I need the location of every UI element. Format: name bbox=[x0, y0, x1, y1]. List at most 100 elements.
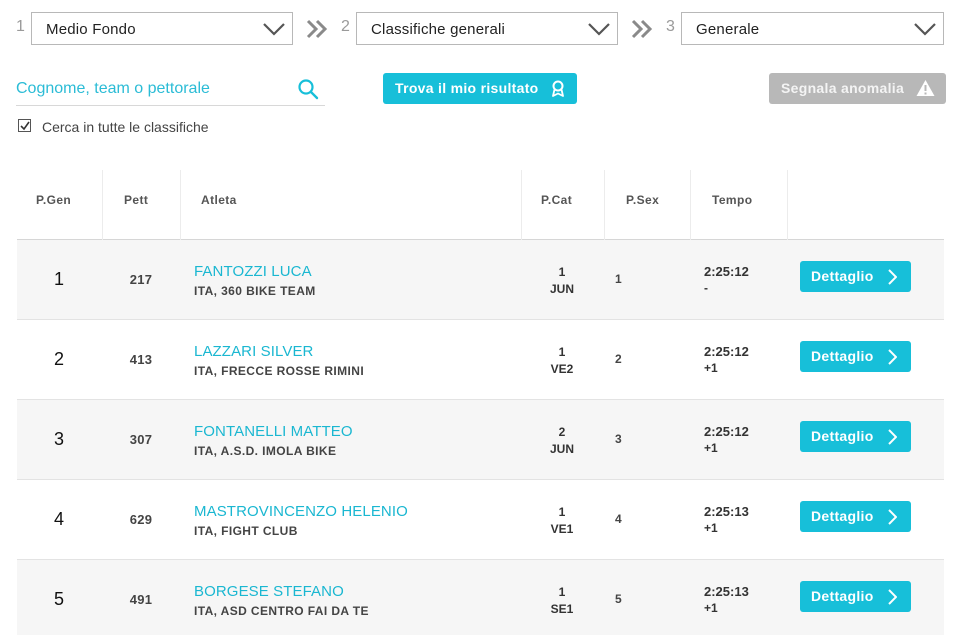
chevron-down-icon bbox=[263, 23, 285, 36]
category-code: VE2 bbox=[550, 362, 574, 376]
overall-position: 5 bbox=[53, 589, 64, 609]
athlete-team: ITA, ASD CENTRO FAI DA TE bbox=[194, 604, 369, 618]
header-pgen: P.Gen bbox=[36, 193, 72, 207]
column-divider bbox=[102, 170, 103, 240]
category-position: 1 SE1 bbox=[543, 584, 581, 618]
category-select[interactable]: Generale bbox=[681, 12, 944, 45]
chevron-right-icon bbox=[888, 509, 897, 525]
table-row: 2 413 LAZZARI SILVER ITA, FRECCE ROSSE R… bbox=[17, 320, 944, 400]
race-select[interactable]: Medio Fondo bbox=[31, 12, 293, 45]
header-atleta: Atleta bbox=[201, 193, 237, 207]
step-number-2: 2 bbox=[341, 18, 350, 35]
athlete-team: ITA, FRECCE ROSSE RIMINI bbox=[194, 364, 365, 378]
category-code: VE1 bbox=[550, 522, 574, 536]
athlete-team: ITA, 360 BIKE TEAM bbox=[194, 284, 316, 298]
search-box bbox=[16, 72, 325, 106]
detail-button[interactable]: Dettaglio bbox=[800, 261, 911, 292]
column-divider bbox=[521, 170, 522, 240]
sex-position: 2 bbox=[615, 352, 622, 366]
step-number-3: 3 bbox=[666, 18, 675, 35]
athlete-team: ITA, A.S.D. IMOLA BIKE bbox=[194, 444, 337, 458]
column-divider bbox=[604, 170, 605, 240]
category-select-value: Generale bbox=[696, 21, 760, 38]
time-value: 2:25:12 bbox=[704, 344, 749, 359]
athlete-team: ITA, FIGHT CLUB bbox=[194, 524, 298, 538]
athlete-name-link[interactable]: FONTANELLI MATTEO bbox=[194, 423, 353, 440]
time-gap: +1 bbox=[704, 601, 718, 615]
detail-button[interactable]: Dettaglio bbox=[800, 501, 911, 532]
detail-button[interactable]: Dettaglio bbox=[800, 581, 911, 612]
search-all-rankings-label: Cerca in tutte le classifiche bbox=[42, 119, 209, 135]
time-gap: +1 bbox=[704, 521, 718, 535]
search-input[interactable] bbox=[16, 78, 286, 100]
column-divider bbox=[787, 170, 788, 240]
chevron-down-icon bbox=[588, 23, 610, 36]
table-row: 4 629 MASTROVINCENZO HELENIO ITA, FIGHT … bbox=[17, 480, 944, 560]
race-select-value: Medio Fondo bbox=[46, 21, 136, 38]
category-code: JUN bbox=[549, 442, 574, 456]
time-value: 2:25:13 bbox=[704, 584, 749, 599]
detail-button-label: Dettaglio bbox=[811, 508, 874, 524]
chevron-right-icon bbox=[888, 269, 897, 285]
header-pcat: P.Cat bbox=[541, 193, 573, 207]
category-rank: 1 bbox=[558, 265, 566, 279]
table-row: 5 491 BORGESE STEFANO ITA, ASD CENTRO FA… bbox=[17, 560, 944, 635]
bib-number: 217 bbox=[129, 272, 153, 287]
time-value: 2:25:12 bbox=[704, 424, 749, 439]
table-row: 3 307 FONTANELLI MATTEO ITA, A.S.D. IMOL… bbox=[17, 400, 944, 480]
time-gap: - bbox=[704, 281, 708, 295]
overall-position: 3 bbox=[53, 429, 64, 449]
header-tempo: Tempo bbox=[712, 193, 753, 207]
category-position: 1 VE1 bbox=[543, 504, 581, 538]
athlete-name-link[interactable]: FANTOZZI LUCA bbox=[194, 263, 312, 280]
chevron-right-icon bbox=[888, 349, 897, 365]
category-position: 2 JUN bbox=[543, 424, 581, 458]
bib-number: 629 bbox=[129, 512, 153, 527]
checkmark-icon bbox=[20, 121, 30, 131]
category-position: 1 JUN bbox=[543, 264, 581, 298]
chevron-right-icon bbox=[888, 429, 897, 445]
finish-time: 2:25:13 +1 bbox=[704, 583, 749, 617]
double-chevron-right-icon bbox=[631, 19, 653, 39]
detail-button[interactable]: Dettaglio bbox=[800, 421, 911, 452]
column-divider bbox=[690, 170, 691, 240]
category-rank: 1 bbox=[558, 345, 566, 359]
category-code: JUN bbox=[549, 282, 574, 296]
detail-button[interactable]: Dettaglio bbox=[800, 341, 911, 372]
detail-button-label: Dettaglio bbox=[811, 348, 874, 364]
column-divider bbox=[180, 170, 181, 240]
finish-time: 2:25:13 +1 bbox=[704, 503, 749, 537]
category-rank: 1 bbox=[558, 505, 566, 519]
bib-number: 307 bbox=[129, 432, 153, 447]
search-icon[interactable] bbox=[297, 78, 319, 100]
step-number-1: 1 bbox=[16, 18, 25, 35]
sex-position: 5 bbox=[615, 592, 622, 606]
athlete-name-link[interactable]: MASTROVINCENZO HELENIO bbox=[194, 503, 408, 520]
results-table-header: P.Gen Pett Atleta P.Cat P.Sex Tempo bbox=[17, 170, 944, 240]
report-anomaly-button[interactable]: Segnala anomalia bbox=[769, 73, 946, 104]
find-my-result-label: Trova il mio risultato bbox=[395, 80, 539, 96]
category-rank: 1 bbox=[558, 585, 566, 599]
time-gap: +1 bbox=[704, 441, 718, 455]
finish-time: 2:25:12 +1 bbox=[704, 343, 749, 377]
ranking-type-select[interactable]: Classifiche generali bbox=[356, 12, 618, 45]
ranking-type-select-value: Classifiche generali bbox=[371, 21, 506, 38]
athlete-name-link[interactable]: LAZZARI SILVER bbox=[194, 343, 314, 360]
time-gap: +1 bbox=[704, 361, 718, 375]
overall-position: 1 bbox=[53, 269, 64, 289]
double-chevron-right-icon bbox=[306, 19, 328, 39]
finish-time: 2:25:12 - bbox=[704, 263, 749, 297]
ranking-selectors: 1 Medio Fondo 2 Classifiche generali 3 G… bbox=[0, 12, 961, 46]
checkbox-box[interactable] bbox=[18, 119, 31, 132]
report-anomaly-label: Segnala anomalia bbox=[781, 80, 905, 96]
table-row: 1 217 FANTOZZI LUCA ITA, 360 BIKE TEAM 1… bbox=[17, 240, 944, 320]
detail-button-label: Dettaglio bbox=[811, 428, 874, 444]
bib-number: 491 bbox=[129, 592, 153, 607]
category-code: SE1 bbox=[550, 602, 574, 616]
finish-time: 2:25:12 +1 bbox=[704, 423, 749, 457]
category-rank: 2 bbox=[558, 425, 566, 439]
category-position: 1 VE2 bbox=[543, 344, 581, 378]
athlete-name-link[interactable]: BORGESE STEFANO bbox=[194, 583, 344, 600]
find-my-result-button[interactable]: Trova il mio risultato bbox=[383, 73, 577, 104]
sex-position: 3 bbox=[615, 432, 622, 446]
